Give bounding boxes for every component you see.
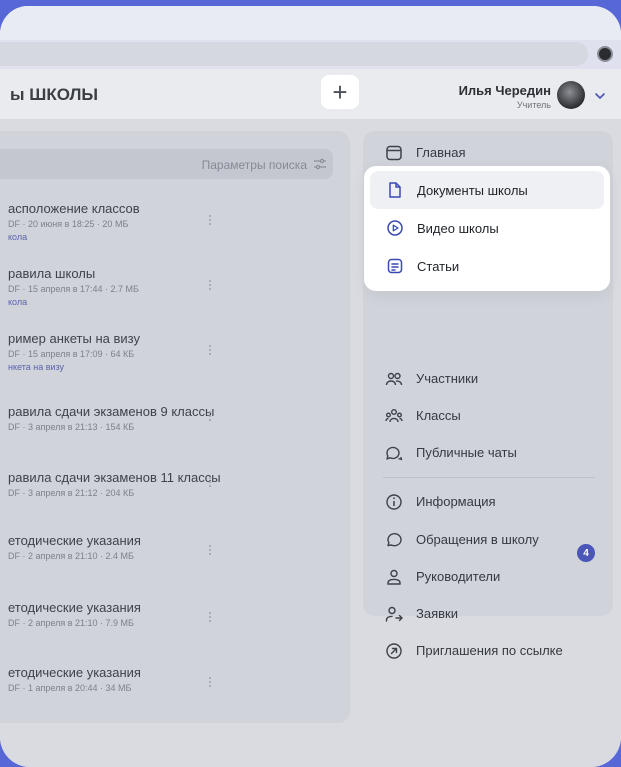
page-title: ы ШКОЛЫ xyxy=(10,85,99,104)
document-title: ример анкеты на визу xyxy=(8,331,140,346)
document-tag[interactable]: нкета на визу xyxy=(8,362,64,372)
more-icon[interactable] xyxy=(209,411,212,425)
submenu-item-video[interactable]: Видео школы xyxy=(364,209,610,247)
users-icon xyxy=(385,370,403,388)
more-icon[interactable] xyxy=(209,612,212,626)
menu-label: Информация xyxy=(416,494,496,509)
more-icon[interactable] xyxy=(209,215,212,229)
more-icon[interactable] xyxy=(209,345,212,359)
browser-profile-icon[interactable] xyxy=(597,46,613,62)
requests-count-badge: 4 xyxy=(577,544,595,562)
user-name[interactable]: Илья Чередин xyxy=(459,83,551,98)
article-icon xyxy=(386,257,404,275)
document-meta: DF · 20 июня в 18:25 · 20 МБ xyxy=(8,219,129,229)
group-icon xyxy=(385,407,403,425)
menu-item-public-chats[interactable]: Публичные чаты xyxy=(363,435,613,471)
plus-icon: + xyxy=(332,77,348,107)
address-bar[interactable] xyxy=(0,42,588,66)
menu-label: Обращения в школу xyxy=(416,532,539,547)
more-icon[interactable] xyxy=(209,280,212,294)
document-meta: DF · 15 апреля в 17:09 · 64 КБ xyxy=(8,349,135,359)
menu-label: Классы xyxy=(416,408,461,423)
document-tag[interactable]: кола xyxy=(8,297,27,307)
document-icon xyxy=(386,181,404,199)
speech-bubble-icon xyxy=(385,531,403,549)
document-meta: DF · 2 апреля в 21:10 · 2.4 МБ xyxy=(8,551,134,561)
search-placeholder: Параметры поиска xyxy=(201,158,307,172)
menu-item-classes[interactable]: Классы xyxy=(363,398,613,434)
menu-item-appeals[interactable]: Обращения в школу xyxy=(363,522,613,558)
document-title: етодические указания xyxy=(8,665,141,680)
menu-divider xyxy=(383,477,595,478)
menu-label: Приглашения по ссылке xyxy=(416,643,563,658)
menu-item-members[interactable]: Участники xyxy=(363,361,613,397)
menu-label: Руководители xyxy=(416,569,501,584)
menu-item-leaders[interactable]: Руководители xyxy=(363,559,613,595)
more-icon[interactable] xyxy=(209,477,212,491)
document-title: етодические указания xyxy=(8,533,141,548)
filter-icon[interactable] xyxy=(313,157,327,171)
add-button[interactable]: + xyxy=(321,75,359,109)
documents-panel: Параметры поиска асположение классов DF … xyxy=(0,131,350,723)
avatar[interactable] xyxy=(557,81,585,109)
document-title: равила сдачи экзаменов 9 классы xyxy=(8,404,215,419)
menu-item-invites[interactable]: Приглашения по ссылке xyxy=(363,633,613,669)
document-title: равила школы xyxy=(8,266,96,281)
person-icon xyxy=(385,568,403,586)
submenu-item-articles[interactable]: Статьи xyxy=(364,247,610,285)
menu-label: Участники xyxy=(416,371,479,386)
document-meta: DF · 3 апреля в 21:12 · 204 КБ xyxy=(8,488,135,498)
play-circle-icon xyxy=(386,219,404,237)
document-tag[interactable]: кола xyxy=(8,232,27,242)
search-input[interactable]: Параметры поиска xyxy=(0,149,333,179)
chat-bubbles-icon xyxy=(385,444,403,462)
window-icon xyxy=(385,144,403,162)
document-meta: DF · 1 апреля в 20:44 · 34 МБ xyxy=(8,683,132,693)
more-icon[interactable] xyxy=(209,545,212,559)
chevron-down-icon[interactable] xyxy=(593,89,607,103)
top-header: ы ШКОЛЫ + Илья Чередин Учитель xyxy=(0,69,621,119)
submenu-item-documents[interactable]: Документы школы xyxy=(370,171,604,209)
document-meta: DF · 15 апреля в 17:44 · 2.7 МБ xyxy=(8,284,139,294)
more-icon[interactable] xyxy=(209,677,212,691)
arrow-circle-icon xyxy=(385,642,403,660)
user-role: Учитель xyxy=(516,100,551,110)
document-meta: DF · 3 апреля в 21:13 · 154 КБ xyxy=(8,422,135,432)
device-frame: ы ШКОЛЫ + Илья Чередин Учитель Параметры… xyxy=(0,6,621,767)
submenu-label: Статьи xyxy=(417,259,460,274)
menu-label: Главная xyxy=(416,145,466,160)
menu-label: Публичные чаты xyxy=(416,445,517,460)
browser-chrome xyxy=(0,6,621,40)
menu-item-requests[interactable]: Заявки xyxy=(363,596,613,632)
submenu-label: Видео школы xyxy=(417,221,499,236)
info-icon xyxy=(385,493,403,511)
submenu-label: Документы школы xyxy=(417,183,528,198)
menu-label: Заявки xyxy=(416,606,458,621)
submenu-popup: Документы школы Видео школы Статьи xyxy=(364,166,610,291)
document-title: равила сдачи экзаменов 11 классы xyxy=(8,470,221,485)
document-meta: DF · 2 апреля в 21:10 · 7.9 МБ xyxy=(8,618,134,628)
document-title: етодические указания xyxy=(8,600,141,615)
document-title: асположение классов xyxy=(8,201,140,216)
person-arrow-icon xyxy=(385,605,403,623)
menu-item-information[interactable]: Информация xyxy=(363,484,613,520)
